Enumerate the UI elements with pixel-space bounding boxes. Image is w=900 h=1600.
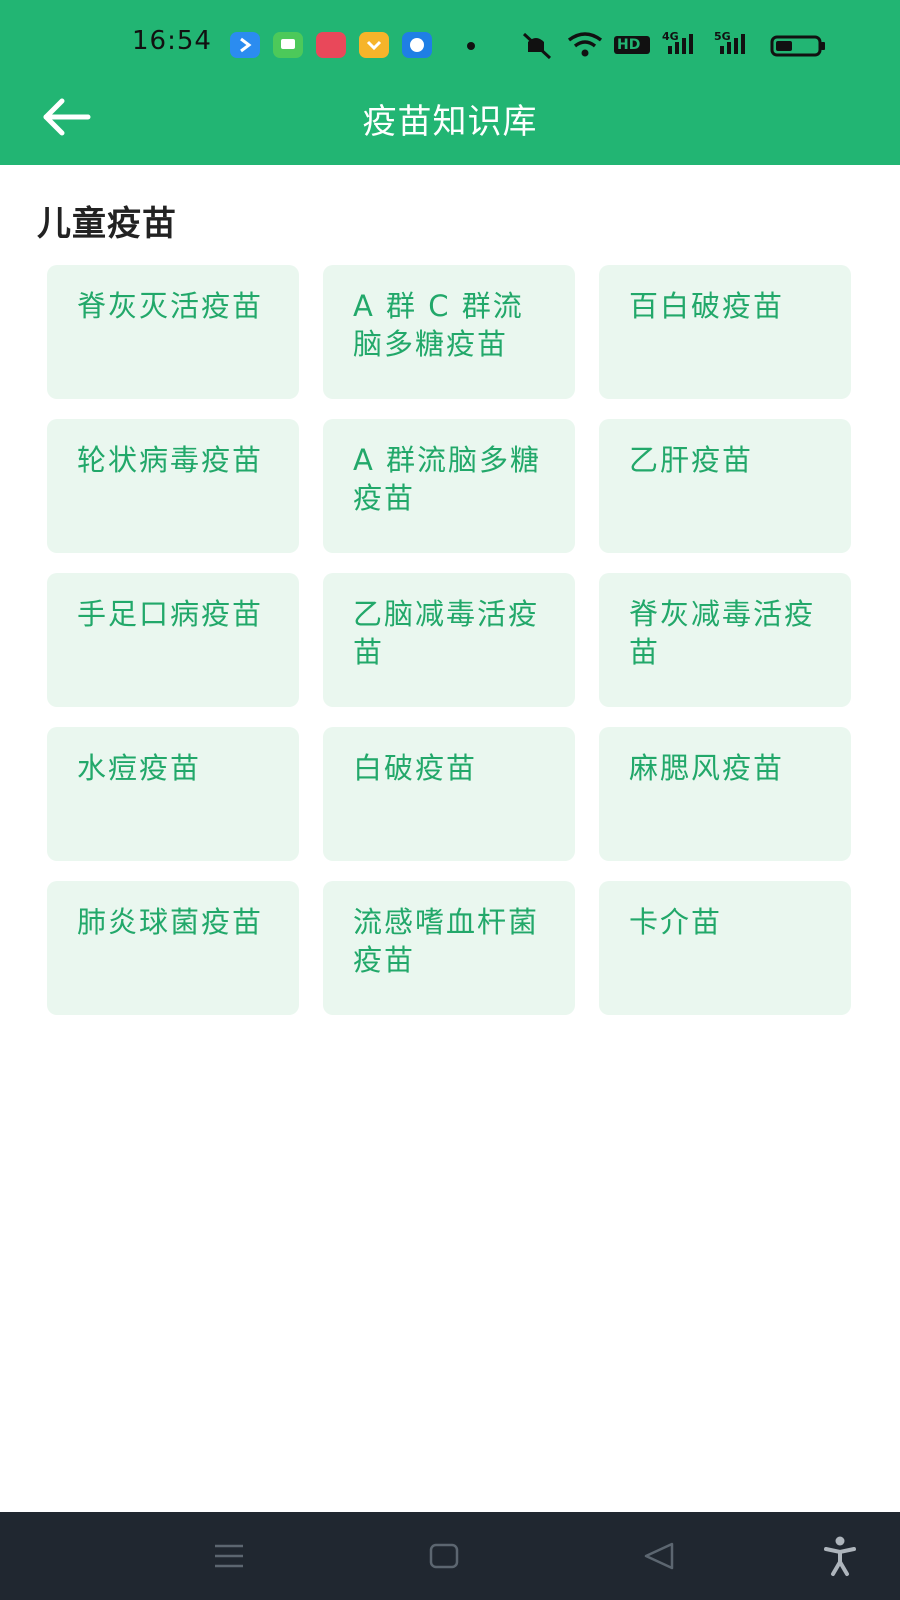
vaccine-card[interactable]: 卡介苗: [599, 881, 851, 1015]
page-title: 疫苗知识库: [362, 102, 538, 142]
accessibility-button[interactable]: [816, 1532, 864, 1580]
vaccine-card[interactable]: 乙肝疫苗: [599, 419, 851, 553]
wallet-app-icon: [359, 32, 389, 58]
back-nav-button[interactable]: [636, 1532, 684, 1580]
vaccine-card[interactable]: 流感嗜血杆菌疫苗: [323, 881, 575, 1015]
signal-5g-icon: 5G: [714, 28, 758, 62]
menu-button[interactable]: [205, 1532, 253, 1580]
vaccine-card[interactable]: 乙脑减毒活疫苗: [323, 573, 575, 707]
wifi-icon: [566, 28, 604, 62]
vaccine-card[interactable]: 脊灰灭活疫苗: [47, 265, 299, 399]
vaccine-card[interactable]: 白破疫苗: [323, 727, 575, 861]
vaccine-grid: 脊灰灭活疫苗 A 群 C 群流脑多糖疫苗 百白破疫苗 轮状病毒疫苗 A 群流脑多…: [47, 265, 853, 1015]
system-nav-bar: [0, 1512, 900, 1600]
accessibility-icon: [824, 1536, 856, 1576]
vaccine-card[interactable]: 麻腮风疫苗: [599, 727, 851, 861]
browser-app-icon: [402, 32, 432, 58]
notification-dot-icon: [467, 42, 475, 50]
mute-icon: [516, 28, 556, 62]
status-time: 16:54: [132, 26, 212, 56]
section-title: 儿童疫苗: [37, 204, 177, 244]
vaccine-card[interactable]: 脊灰减毒活疫苗: [599, 573, 851, 707]
vaccine-card[interactable]: 轮状病毒疫苗: [47, 419, 299, 553]
home-square-icon: [429, 1543, 459, 1569]
hd-icon: HD: [614, 28, 650, 62]
toolbar: 疫苗知识库: [0, 92, 900, 165]
app-header: 16:54 HD 4G 5G 疫苗知识库: [0, 0, 900, 165]
battery-icon: [770, 28, 828, 62]
arrow-app-icon: [230, 32, 260, 58]
signal-4g-icon: 4G: [662, 28, 706, 62]
vaccine-card[interactable]: A 群流脑多糖疫苗: [323, 419, 575, 553]
status-bar: 16:54 HD 4G 5G: [0, 0, 900, 92]
message-app-icon: [273, 32, 303, 58]
vaccine-card[interactable]: 肺炎球菌疫苗: [47, 881, 299, 1015]
vaccine-card[interactable]: 百白破疫苗: [599, 265, 851, 399]
vaccine-card[interactable]: A 群 C 群流脑多糖疫苗: [323, 265, 575, 399]
shop-app-icon: [316, 32, 346, 58]
back-triangle-icon: [644, 1542, 674, 1570]
home-button[interactable]: [420, 1532, 468, 1580]
vaccine-card[interactable]: 水痘疫苗: [47, 727, 299, 861]
menu-icon: [215, 1544, 243, 1568]
hd-label: HD: [614, 36, 650, 54]
vaccine-card[interactable]: 手足口病疫苗: [47, 573, 299, 707]
